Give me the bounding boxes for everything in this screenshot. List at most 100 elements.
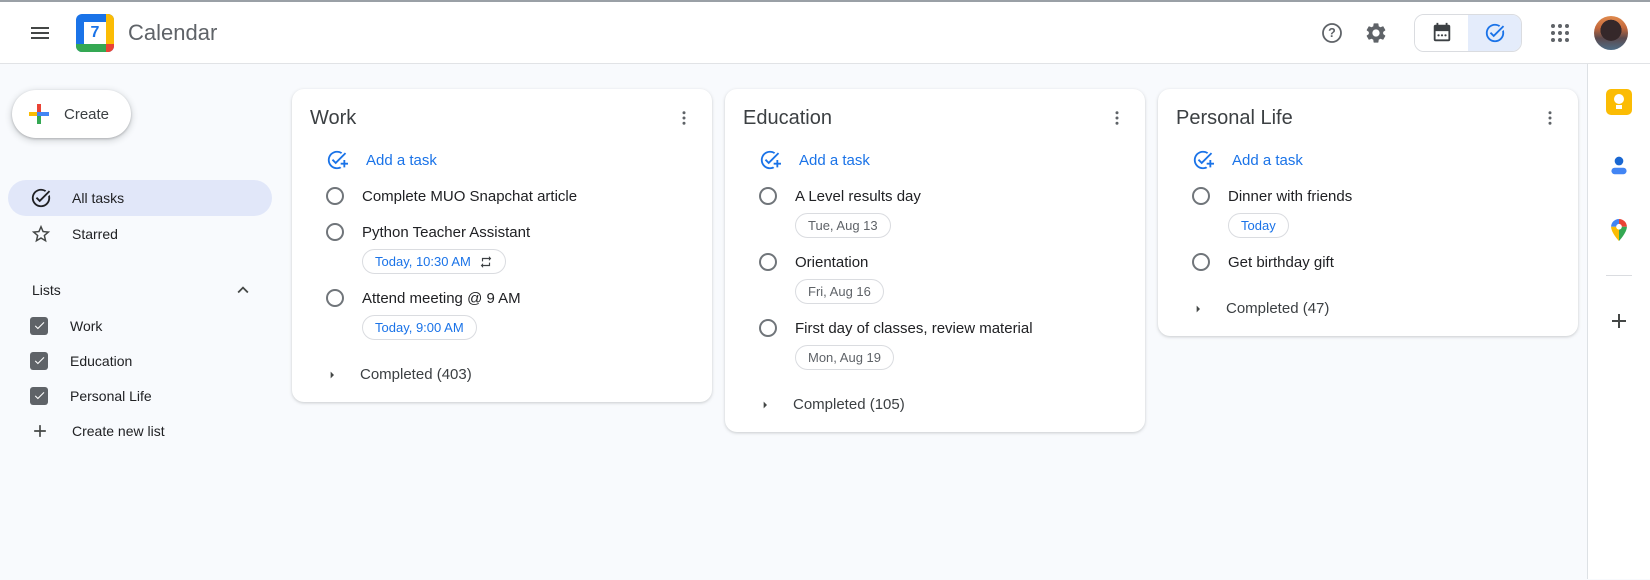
task-complete-circle[interactable]: [759, 253, 777, 271]
help-icon: ?: [1320, 21, 1344, 45]
completed-toggle[interactable]: Completed (403): [310, 357, 476, 392]
task-complete-circle[interactable]: [326, 187, 344, 205]
task-body: Complete MUO Snapchat article: [362, 186, 577, 208]
contacts-button[interactable]: [1606, 153, 1632, 179]
task-check-icon: [1484, 22, 1506, 44]
tasks-view-button[interactable]: [1468, 15, 1521, 51]
checkbox-checked-icon[interactable]: [30, 387, 48, 405]
chevron-up-icon: [232, 279, 254, 301]
sidebar-item-starred[interactable]: Starred: [8, 216, 272, 252]
task-row[interactable]: Get birthday gift: [1176, 245, 1560, 281]
create-button[interactable]: Create: [12, 90, 131, 138]
add-task-label: Add a task: [1232, 152, 1303, 169]
help-button[interactable]: ?: [1310, 11, 1354, 55]
board-title: Education: [743, 107, 832, 130]
sidebar-list-item[interactable]: Education: [8, 343, 272, 378]
app-title: Calendar: [128, 20, 217, 46]
task-date-chip[interactable]: Today: [1228, 213, 1289, 238]
task-complete-circle[interactable]: [1192, 187, 1210, 205]
task-title: Get birthday gift: [1228, 252, 1334, 274]
create-new-list-button[interactable]: Create new list: [8, 413, 272, 448]
task-date-chip-label: Tue, Aug 13: [808, 218, 878, 233]
sidebar-list-item[interactable]: Personal Life: [8, 378, 272, 413]
task-list: A Level results day Tue, Aug 13 Orientat…: [743, 179, 1127, 377]
task-body: Orientation Fri, Aug 16: [795, 252, 884, 304]
task-row[interactable]: A Level results day Tue, Aug 13: [743, 179, 1127, 245]
board-menu-button[interactable]: [1101, 102, 1133, 134]
task-row[interactable]: Attend meeting @ 9 AM Today, 9:00 AM: [310, 281, 694, 347]
board-title: Personal Life: [1176, 107, 1293, 130]
sidebar-list-item[interactable]: Work: [8, 308, 272, 343]
board-title: Work: [310, 107, 356, 130]
lists-header-label: Lists: [32, 282, 61, 298]
main-menu-button[interactable]: [18, 11, 62, 55]
google-apps-button[interactable]: [1538, 11, 1582, 55]
calendar-view-button[interactable]: [1415, 15, 1468, 51]
sidebar-list-label: Personal Life: [70, 388, 152, 404]
task-date-chip-label: Mon, Aug 19: [808, 350, 881, 365]
check-circle-icon: [30, 187, 52, 209]
task-date-chip-label: Today, 9:00 AM: [375, 320, 464, 335]
add-task-button[interactable]: Add a task: [1176, 141, 1303, 179]
add-task-icon: [326, 149, 348, 171]
plus-icon: [1607, 309, 1631, 333]
task-body: Python Teacher Assistant Today, 10:30 AM: [362, 222, 530, 274]
task-complete-circle[interactable]: [759, 319, 777, 337]
contacts-icon: [1606, 153, 1632, 179]
side-panel: [1587, 64, 1650, 579]
task-date-chip[interactable]: Mon, Aug 19: [795, 345, 894, 370]
task-row[interactable]: Orientation Fri, Aug 16: [743, 245, 1127, 311]
task-title: A Level results day: [795, 186, 921, 208]
completed-toggle[interactable]: Completed (47): [1176, 291, 1333, 326]
svg-text:?: ?: [1328, 26, 1336, 40]
task-row[interactable]: Dinner with friends Today: [1176, 179, 1560, 245]
collapse-lists-button[interactable]: [232, 279, 254, 301]
task-row[interactable]: Python Teacher Assistant Today, 10:30 AM: [310, 215, 694, 281]
keep-icon: [1606, 89, 1632, 115]
kebab-menu-icon: [1541, 109, 1559, 127]
task-complete-circle[interactable]: [759, 187, 777, 205]
task-date-chip[interactable]: Today, 10:30 AM: [362, 249, 506, 274]
settings-button[interactable]: [1354, 11, 1398, 55]
sidebar-item-all-tasks[interactable]: All tasks: [8, 180, 272, 216]
board-menu-button[interactable]: [668, 102, 700, 134]
task-list-card: Work Add a task Complete MUO Snapchat ar…: [292, 89, 712, 402]
app-body: Create All tasks Starred Lists Work: [0, 64, 1650, 579]
task-complete-circle[interactable]: [326, 289, 344, 307]
task-title: Complete MUO Snapchat article: [362, 186, 577, 208]
task-row[interactable]: Complete MUO Snapchat article: [310, 179, 694, 215]
checkbox-checked-icon[interactable]: [30, 317, 48, 335]
task-title: Dinner with friends: [1228, 186, 1352, 208]
task-title: Python Teacher Assistant: [362, 222, 530, 244]
profile-avatar[interactable]: [1594, 16, 1628, 50]
task-body: Dinner with friends Today: [1228, 186, 1352, 238]
kebab-menu-icon: [1108, 109, 1126, 127]
task-date-chip-label: Today: [1241, 218, 1276, 233]
gear-icon: [1364, 21, 1388, 45]
add-task-label: Add a task: [366, 152, 437, 169]
keep-button[interactable]: [1606, 89, 1632, 115]
task-date-chip[interactable]: Today, 9:00 AM: [362, 315, 477, 340]
task-date-chip[interactable]: Tue, Aug 13: [795, 213, 891, 238]
completed-toggle[interactable]: Completed (105): [743, 387, 909, 422]
logo-day-number: 7: [84, 22, 106, 44]
add-task-button[interactable]: Add a task: [743, 141, 870, 179]
google-plus-icon: [26, 101, 52, 127]
task-list-card: Education Add a task A Level results day…: [725, 89, 1145, 432]
task-title: Attend meeting @ 9 AM: [362, 288, 521, 310]
board-menu-button[interactable]: [1534, 102, 1566, 134]
checkbox-checked-icon[interactable]: [30, 352, 48, 370]
add-task-button[interactable]: Add a task: [310, 141, 437, 179]
task-body: Get birthday gift: [1228, 252, 1334, 274]
task-date-chip[interactable]: Fri, Aug 16: [795, 279, 884, 304]
boards: Work Add a task Complete MUO Snapchat ar…: [290, 64, 1587, 579]
task-date-chip-label: Today, 10:30 AM: [375, 254, 471, 269]
task-date-chip-label: Fri, Aug 16: [808, 284, 871, 299]
task-row[interactable]: First day of classes, review material Mo…: [743, 311, 1127, 377]
get-add-ons-button[interactable]: [1606, 308, 1632, 334]
task-complete-circle[interactable]: [1192, 253, 1210, 271]
task-body: A Level results day Tue, Aug 13: [795, 186, 921, 238]
task-title: Orientation: [795, 252, 868, 274]
maps-button[interactable]: [1606, 217, 1632, 243]
task-complete-circle[interactable]: [326, 223, 344, 241]
